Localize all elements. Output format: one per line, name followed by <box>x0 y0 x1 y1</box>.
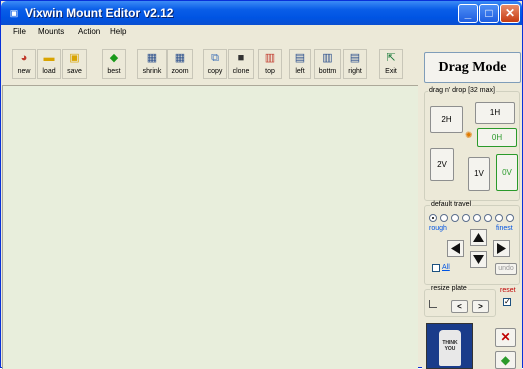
arrow-down-icon <box>473 255 484 264</box>
arrow-right-icon <box>497 243 506 254</box>
menu-help[interactable]: Help <box>110 26 126 38</box>
clone-icon: ■ <box>237 52 245 64</box>
align-top-button[interactable]: ▥ top <box>258 49 282 79</box>
best-button[interactable]: ◆ best <box>102 49 126 79</box>
travel-legend: default travel <box>430 201 473 209</box>
preview-text: THINK YOU <box>442 340 458 352</box>
copy-button[interactable]: ⧉ copy <box>203 49 227 79</box>
save-button[interactable]: ▣ save <box>62 49 87 79</box>
shrink-icon: ▦ <box>146 52 158 64</box>
zoom-icon: ▦ <box>174 52 186 64</box>
new-icon: ◕ <box>20 52 28 64</box>
accept-button[interactable]: ◆ <box>495 351 516 369</box>
menu-action[interactable]: Action <box>78 26 100 38</box>
side-panel: drag n' drop [32 max] 2H 1H ✺ 0H 2V 1V 0… <box>422 85 522 369</box>
align-right-button[interactable]: ▤ right <box>343 49 367 79</box>
drag-mode-button[interactable]: Drag Mode <box>424 52 521 83</box>
undo-button[interactable]: undo <box>495 263 517 275</box>
move-up-button[interactable] <box>470 229 487 246</box>
load-button[interactable]: ▬ load <box>37 49 61 79</box>
gear-icon: ✺ <box>465 130 473 140</box>
travel-radio-3[interactable] <box>451 214 459 222</box>
finest-label: finest <box>496 225 513 232</box>
mount-canvas[interactable] <box>2 85 418 369</box>
drag-drop-legend: drag n' drop [32 max] <box>428 87 496 95</box>
reset-label: reset <box>500 287 516 294</box>
align-right-icon: ▤ <box>349 52 361 64</box>
resize-legend: resize plate <box>430 285 468 293</box>
move-right-button[interactable] <box>493 240 510 257</box>
mount-0h-button[interactable]: 0H <box>477 128 517 147</box>
new-button[interactable]: ◕ new <box>12 49 36 79</box>
travel-radio-8[interactable] <box>506 214 514 222</box>
folder-icon: ▬ <box>43 52 55 64</box>
app-window: ▣ Vixwin Mount Editor v2.12 _ □ ✕ File M… <box>0 0 523 369</box>
travel-radio-6[interactable] <box>484 214 492 222</box>
menu-file[interactable]: File <box>13 26 26 38</box>
resize-plate-group: resize plate < > <box>424 285 496 317</box>
travel-radio-7[interactable] <box>495 214 503 222</box>
align-left-icon: ▤ <box>294 52 306 64</box>
all-checkbox[interactable] <box>432 264 440 272</box>
title-bar[interactable]: ▣ Vixwin Mount Editor v2.12 _ □ ✕ <box>1 1 522 25</box>
drag-drop-group: drag n' drop [32 max] 2H 1H ✺ 0H 2V 1V 0… <box>424 87 520 201</box>
mount-2v-button[interactable]: 2V <box>430 148 454 181</box>
close-icon: ✕ <box>500 330 511 344</box>
clone-button[interactable]: ■ clone <box>228 49 254 79</box>
mount-0v-button[interactable]: 0V <box>496 154 518 191</box>
close-button[interactable]: ✕ <box>500 4 520 23</box>
arrow-left-icon <box>451 243 460 254</box>
travel-radio-1[interactable] <box>429 214 437 222</box>
exit-icon: ⇱ <box>386 52 396 64</box>
travel-radio-5[interactable] <box>473 214 481 222</box>
menu-bar: File Mounts Action Help <box>1 25 522 39</box>
mount-1v-button[interactable]: 1V <box>468 157 490 191</box>
align-bottom-button[interactable]: ▥ bottm <box>314 49 341 79</box>
disk-icon: ▣ <box>69 52 80 64</box>
rough-label: rough <box>429 225 447 232</box>
green-diamond-icon: ◆ <box>500 353 511 367</box>
all-label: All <box>442 264 450 271</box>
mount-1h-button[interactable]: 1H <box>475 102 515 124</box>
travel-radio-4[interactable] <box>462 214 470 222</box>
resize-prev-button[interactable]: < <box>451 300 468 313</box>
maximize-button[interactable]: □ <box>479 4 499 23</box>
arrow-up-icon <box>473 233 484 242</box>
minimize-button[interactable]: _ <box>458 4 478 23</box>
travel-radio-2[interactable] <box>440 214 448 222</box>
shrink-button[interactable]: ▦ shrink <box>137 49 167 79</box>
app-icon: ▣ <box>9 8 19 18</box>
reset-checkbox[interactable]: ✓ <box>503 298 511 306</box>
preview-image: THINK YOU <box>426 323 473 369</box>
exit-button[interactable]: ⇱ Exit <box>379 49 403 79</box>
align-top-icon: ▥ <box>264 52 276 64</box>
move-down-button[interactable] <box>470 251 487 268</box>
gem-icon: ◆ <box>109 52 119 64</box>
mount-2h-button[interactable]: 2H <box>430 106 463 133</box>
resize-next-button[interactable]: > <box>472 300 489 313</box>
menu-mounts[interactable]: Mounts <box>38 26 64 38</box>
travel-group: default travel rough finest All undo <box>424 201 520 285</box>
align-bottom-icon: ▥ <box>322 52 333 64</box>
align-left-button[interactable]: ▤ left <box>289 49 311 79</box>
resize-handle-icon <box>429 300 437 308</box>
copy-icon: ⧉ <box>211 52 219 64</box>
move-left-button[interactable] <box>447 240 464 257</box>
delete-button[interactable]: ✕ <box>495 328 516 347</box>
window-title: Vixwin Mount Editor v2.12 <box>25 6 174 20</box>
toolbar: ◕ new ▬ load ▣ save ◆ best ▦ shrink ▦ zo… <box>1 39 411 81</box>
zoom-button[interactable]: ▦ zoom <box>167 49 193 79</box>
